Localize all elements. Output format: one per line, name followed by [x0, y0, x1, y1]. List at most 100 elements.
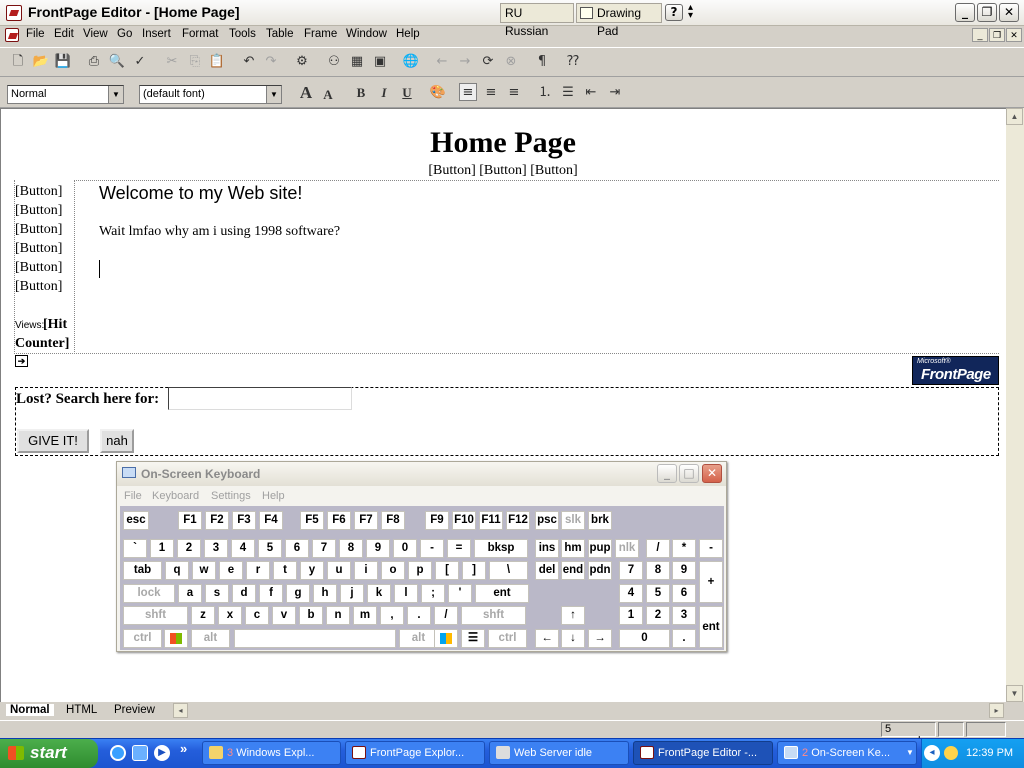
task-frontpage-editor[interactable]: FrontPage Editor -... [633, 741, 773, 765]
side-nav-button[interactable]: [Button] [15, 222, 62, 238]
key[interactable]: nlk [615, 539, 639, 558]
reset-button[interactable]: nah [100, 429, 134, 453]
search-input[interactable] [168, 387, 352, 410]
increase-font-icon[interactable]: A [297, 84, 315, 102]
doc-close-button[interactable]: ✕ [1006, 28, 1022, 42]
key[interactable]: * [672, 539, 696, 558]
key[interactable]: j [340, 584, 364, 603]
key[interactable]: 0 [619, 629, 670, 648]
key[interactable]: F1 [178, 511, 202, 530]
key[interactable]: s [205, 584, 229, 603]
close-button[interactable]: ✕ [999, 3, 1019, 22]
key[interactable]: . [407, 606, 431, 625]
key[interactable]: / [646, 539, 670, 558]
cut-icon[interactable]: ✂ [163, 53, 181, 71]
undo-icon[interactable]: ↶ [240, 53, 258, 71]
key[interactable]: \ [489, 561, 528, 580]
key[interactable]: p [408, 561, 432, 580]
help-icon[interactable]: ? [665, 4, 683, 21]
key[interactable]: g [286, 584, 310, 603]
align-right-icon[interactable]: ≡ [505, 84, 523, 102]
redo-icon[interactable]: ↷ [262, 53, 280, 71]
show-desktop-icon[interactable] [132, 745, 148, 761]
key[interactable]: - [699, 539, 723, 558]
task-frontpage-explorer[interactable]: FrontPage Explor... [345, 741, 485, 765]
key[interactable]: c [245, 606, 269, 625]
tab-preview[interactable]: Preview [114, 704, 155, 716]
ie-quicklaunch-icon[interactable] [110, 745, 126, 761]
key[interactable]: 3 [204, 539, 228, 558]
key[interactable]: 8 [646, 561, 670, 580]
insert-table-icon[interactable]: ▦ [348, 53, 366, 71]
frontpage-app-icon[interactable] [6, 5, 22, 21]
key[interactable]: ' [448, 584, 472, 603]
decrease-indent-icon[interactable]: ⇤ [582, 84, 600, 102]
key[interactable]: 7 [312, 539, 336, 558]
maximize-button[interactable]: ❐ [977, 3, 997, 22]
key[interactable]: = [447, 539, 471, 558]
key[interactable]: F12 [506, 511, 530, 530]
key[interactable]: 2 [646, 606, 670, 625]
spacebar[interactable] [234, 629, 396, 648]
key[interactable]: 5 [646, 584, 670, 603]
numbered-list-icon[interactable]: ⒈ [536, 84, 554, 102]
side-nav-button[interactable]: [Button] [15, 260, 62, 276]
key[interactable]: alt [191, 629, 230, 648]
key[interactable]: 5 [258, 539, 282, 558]
refresh-icon[interactable]: ⟳ [479, 53, 497, 71]
clock[interactable]: 12:39 PM [966, 747, 1013, 759]
key[interactable]: psc [535, 511, 559, 530]
frontpage-explorer-icon[interactable]: ⚙ [293, 53, 311, 71]
doc-minimize-button[interactable]: _ [972, 28, 988, 42]
start-button[interactable]: start [0, 739, 98, 768]
key[interactable]: , [380, 606, 404, 625]
show-formatting-icon[interactable]: ¶ [533, 53, 551, 71]
scroll-down-icon[interactable]: ▼ [1006, 685, 1023, 702]
menu-go[interactable]: Go [117, 28, 132, 40]
key[interactable]: shft [461, 606, 526, 625]
key[interactable]: u [327, 561, 351, 580]
scroll-right-icon[interactable]: ▸ [989, 703, 1004, 718]
print-preview-icon[interactable]: 🔍 [108, 53, 126, 71]
key[interactable]: / [434, 606, 458, 625]
menu-key-icon[interactable]: ☰ [461, 629, 485, 648]
key[interactable]: 1 [150, 539, 174, 558]
key[interactable]: F7 [354, 511, 378, 530]
italic-icon[interactable]: I [375, 84, 393, 102]
tab-html[interactable]: HTML [66, 704, 97, 716]
key[interactable]: pdn [588, 561, 612, 580]
key[interactable]: z [191, 606, 215, 625]
key[interactable]: tab [123, 561, 162, 580]
key[interactable]: ↓ [561, 629, 585, 648]
spelling-icon[interactable]: ✓ [131, 53, 149, 71]
menu-edit[interactable]: Edit [54, 28, 74, 40]
task-web-server[interactable]: Web Server idle [489, 741, 629, 765]
menu-tools[interactable]: Tools [229, 28, 256, 40]
key[interactable]: ctrl [123, 629, 162, 648]
key[interactable]: ; [421, 584, 445, 603]
copy-icon[interactable]: ⎘ [186, 53, 204, 71]
windows-key-icon[interactable] [164, 629, 188, 648]
key[interactable]: hm [561, 539, 585, 558]
decrease-font-icon[interactable]: A [319, 86, 337, 104]
create-hyperlink-icon[interactable]: 🌐 [402, 53, 420, 71]
side-nav-button[interactable]: [Button] [15, 241, 62, 257]
key[interactable]: ctrl [488, 629, 527, 648]
windows-key-icon[interactable] [434, 629, 458, 648]
forward-icon[interactable]: → [456, 53, 474, 71]
bulleted-list-icon[interactable]: ☰ [559, 84, 577, 102]
key[interactable]: F10 [452, 511, 476, 530]
menu-frame[interactable]: Frame [304, 28, 337, 40]
key[interactable]: → [588, 629, 612, 648]
key[interactable]: m [353, 606, 377, 625]
insert-webbot-icon[interactable]: ⚇ [325, 53, 343, 71]
key[interactable]: 3 [672, 606, 696, 625]
scroll-left-icon[interactable]: ◂ [173, 703, 188, 718]
task-windows-explorer[interactable]: 3 Windows Expl... [202, 741, 341, 765]
key[interactable]: bksp [474, 539, 528, 558]
key[interactable]: F11 [479, 511, 503, 530]
key[interactable]: F5 [300, 511, 324, 530]
include-arrow-icon[interactable]: ➔ [15, 355, 28, 367]
document-icon[interactable] [5, 28, 19, 42]
key[interactable]: e [219, 561, 243, 580]
